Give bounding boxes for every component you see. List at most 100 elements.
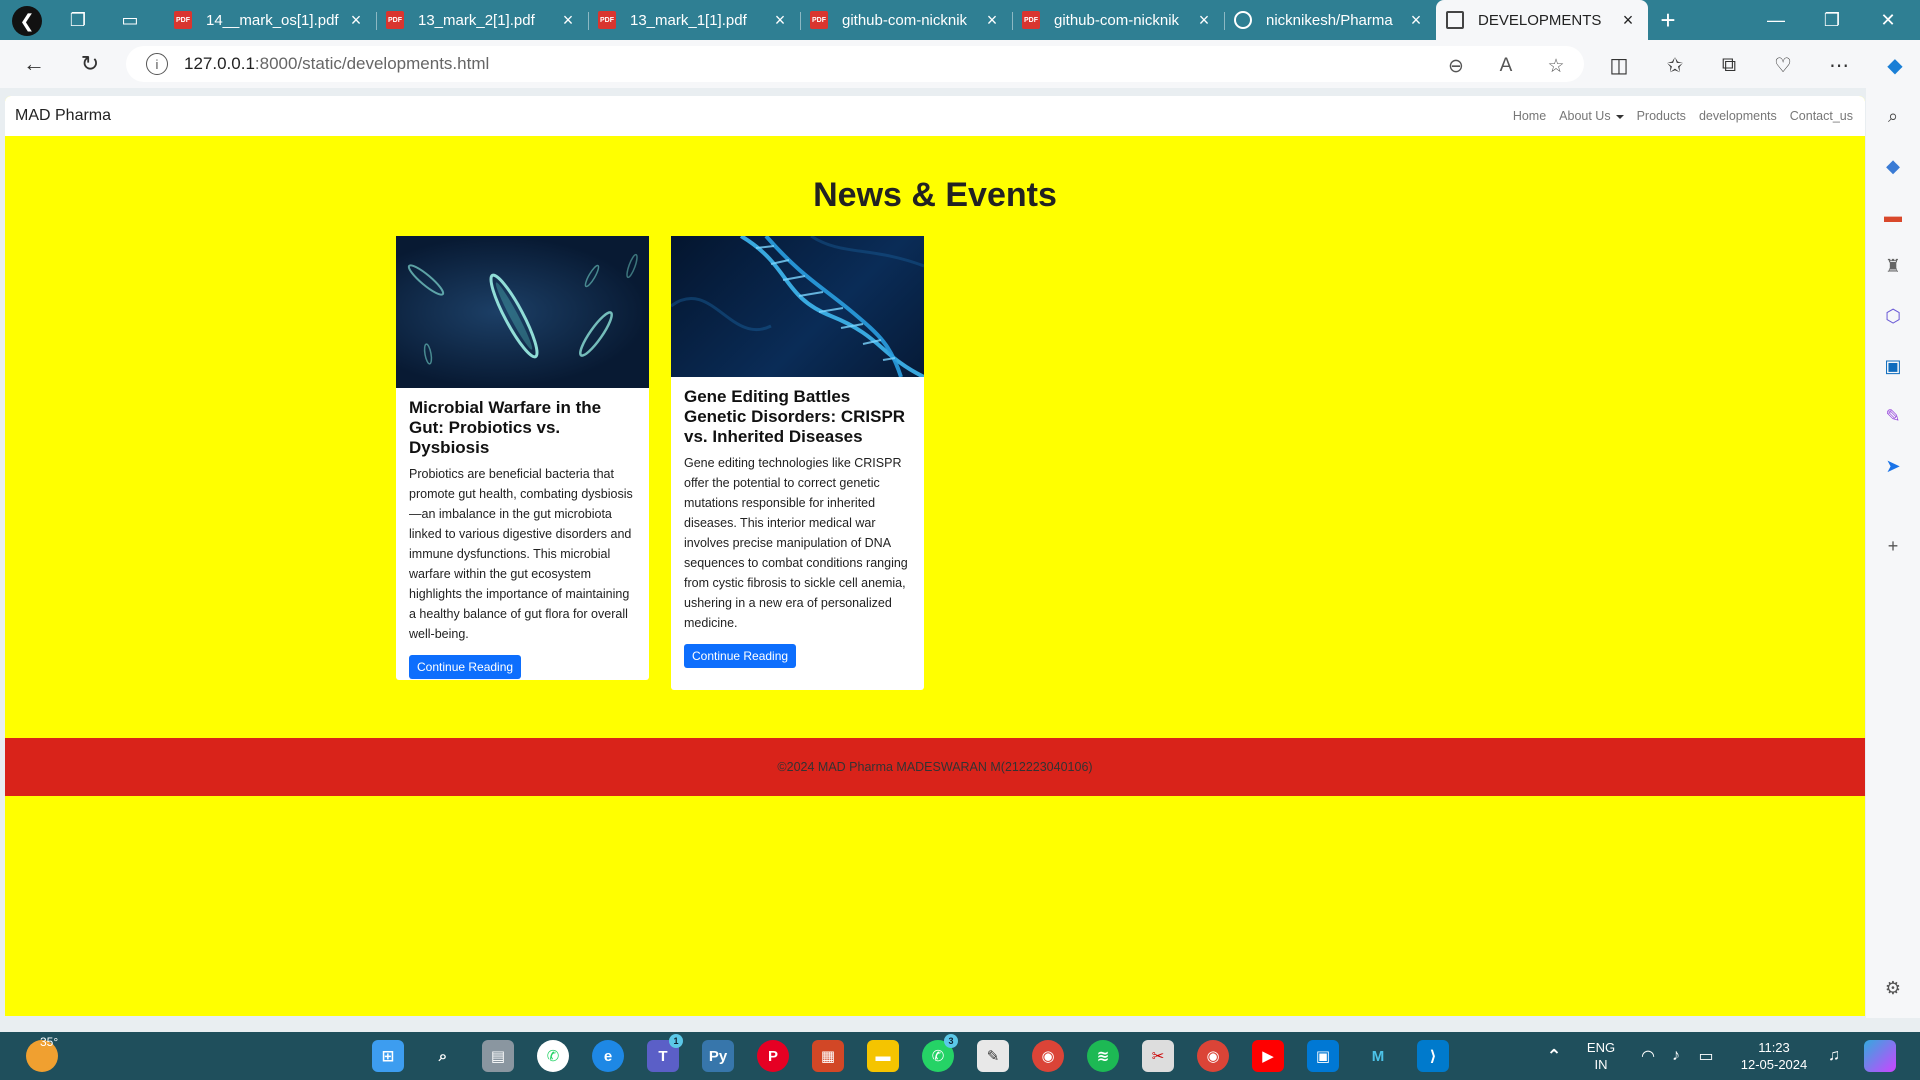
site-brand[interactable]: MAD Pharma (15, 107, 111, 125)
page-title: News & Events (813, 176, 1057, 214)
minimize-button[interactable]: — (1748, 0, 1804, 40)
battery-icon[interactable]: ▭ (1690, 1040, 1722, 1072)
continue-reading-button[interactable]: Continue Reading (684, 644, 797, 668)
add-app-icon[interactable]: + (1881, 534, 1905, 558)
favorites-icon[interactable]: ✩ (1662, 52, 1688, 78)
shopping-tag-icon[interactable]: ◆ (1881, 154, 1905, 178)
search-icon[interactable]: ⌕ (1881, 104, 1905, 128)
favorite-star-icon[interactable]: ☆ (1544, 54, 1568, 78)
send-icon[interactable]: ➤ (1881, 454, 1905, 478)
teams-badge: 1 (669, 1034, 683, 1048)
nav-home[interactable]: Home (1513, 109, 1546, 123)
start-windows-icon[interactable]: ⊞ (372, 1040, 404, 1072)
nav-about-label: About Us (1559, 109, 1611, 123)
language-indicator[interactable]: ENG IN (1584, 1039, 1618, 1073)
close-tab-icon[interactable]: × (770, 10, 790, 31)
clock-time: 11:23 (1758, 1040, 1790, 1055)
url-text: 127.0.0.1:8000/static/developments.html (184, 54, 489, 74)
card-title: Microbial Warfare in the Gut: Probiotics… (409, 398, 602, 457)
card-text: Probiotics are beneficial bacteria that … (409, 467, 633, 641)
clock[interactable]: 11:23 12-05-2024 (1734, 1039, 1814, 1073)
volume-icon[interactable]: ♪ (1660, 1040, 1692, 1072)
vscode-icon[interactable]: ⟩ (1417, 1040, 1449, 1072)
tab-3[interactable]: PDF 13_mark_1[1].pdf × (588, 0, 800, 40)
close-tab-icon[interactable]: × (1194, 10, 1214, 31)
whatsapp-business-icon[interactable]: ✆ 3 (922, 1034, 958, 1072)
designer-icon[interactable]: ✎ (1881, 404, 1905, 428)
card-body: Gene Editing Battles Genetic Disorders: … (671, 377, 924, 678)
spotify-icon[interactable]: ≋ (1087, 1040, 1119, 1072)
read-aloud-icon[interactable]: A (1494, 54, 1518, 78)
pdf-icon: PDF (598, 11, 616, 29)
close-tab-icon[interactable]: × (346, 10, 366, 31)
lang-line-1: ENG (1586, 1040, 1616, 1055)
nav-developments[interactable]: developments (1699, 109, 1777, 123)
address-bar[interactable]: i 127.0.0.1:8000/static/developments.htm… (126, 46, 1584, 82)
close-tab-icon[interactable]: × (1406, 10, 1426, 31)
weather-temp: 35° (40, 1035, 59, 1049)
chrome-icon[interactable]: ◉ (1032, 1040, 1064, 1072)
new-tab-button[interactable]: + (1648, 0, 1688, 40)
site-info-icon[interactable]: i (146, 53, 168, 75)
browser-essentials-icon[interactable]: ♡ (1770, 52, 1796, 78)
store-icon[interactable]: ▣ (1307, 1040, 1339, 1072)
microsoft365-icon[interactable]: ⬡ (1881, 304, 1905, 328)
copilot-icon[interactable]: ◆ (1882, 52, 1908, 78)
back-button[interactable]: ← (20, 50, 48, 78)
notepad-icon[interactable]: ✎ (977, 1040, 1009, 1072)
nav-about-dropdown[interactable]: About Us (1559, 109, 1624, 123)
tab-1[interactable]: PDF 14__mark_os[1].pdf × (164, 0, 376, 40)
tab-active-developments[interactable]: DEVELOPMENTS × (1436, 0, 1648, 40)
tab-actions-icon[interactable]: ▭ (118, 8, 142, 32)
notification-bell-icon[interactable]: ♫ (1818, 1040, 1850, 1072)
continue-reading-button[interactable]: Continue Reading (409, 655, 522, 679)
profile-avatar-icon[interactable]: ❮ (12, 6, 42, 36)
workspaces-icon[interactable]: ❐ (66, 8, 90, 32)
python-icon[interactable]: Py (702, 1040, 734, 1072)
chrome-profile-icon[interactable]: ◉ (1197, 1040, 1229, 1072)
task-view-icon[interactable]: ▤ (482, 1040, 514, 1072)
file-explorer-icon[interactable]: ▬ (867, 1040, 899, 1072)
url-path: :8000/static/developments.html (254, 54, 490, 73)
search-icon[interactable]: ⌕ (427, 1040, 459, 1072)
edge-sidebar: ⌕ ◆ ▬ ♜ ⬡ ▣ ✎ ➤ + ⚙ (1866, 88, 1920, 1018)
close-window-button[interactable]: ✕ (1860, 0, 1916, 40)
m-app-icon[interactable]: M (1362, 1040, 1394, 1072)
show-hidden-icons-icon[interactable]: ⌃ (1538, 1040, 1570, 1072)
edge-icon[interactable]: e (592, 1040, 624, 1072)
tab-2[interactable]: PDF 13_mark_2[1].pdf × (376, 0, 588, 40)
split-screen-icon[interactable]: ◫ (1606, 52, 1632, 78)
card-body: Microbial Warfare in the Gut: Probiotics… (396, 388, 649, 689)
teams-icon[interactable]: T1 (647, 1034, 683, 1072)
youtube-icon[interactable]: ▶ (1252, 1040, 1284, 1072)
tab-4[interactable]: PDF github-com-nicknik × (800, 0, 1012, 40)
nav-contact[interactable]: Contact_us (1790, 109, 1853, 123)
windows-taskbar: 35° ⊞ ⌕ ▤ ✆ e T1 Py P ▦ ▬ ✆ 3 ✎ ◉ ≋ ✂ ◉ ▶… (0, 1032, 1920, 1080)
settings-more-icon[interactable]: ⋯ (1826, 52, 1852, 78)
snipping-tool-icon[interactable]: ✂ (1142, 1040, 1174, 1072)
dna-image (671, 236, 924, 377)
news-card-2: Gene Editing Battles Genetic Disorders: … (671, 236, 924, 690)
tab-label: 13_mark_1[1].pdf (630, 11, 747, 29)
outlook-icon[interactable]: ▣ (1881, 354, 1905, 378)
browser-toolbar: ← ↻ i 127.0.0.1:8000/static/developments… (0, 40, 1920, 88)
copilot-taskbar-icon[interactable] (1864, 1040, 1896, 1072)
close-tab-icon[interactable]: × (982, 10, 1002, 31)
refresh-button[interactable]: ↻ (76, 50, 104, 78)
office-icon[interactable]: ▦ (812, 1040, 844, 1072)
close-tab-icon[interactable]: × (558, 10, 578, 31)
restore-button[interactable]: ❐ (1804, 0, 1860, 40)
nav-products[interactable]: Products (1637, 109, 1686, 123)
tab-6[interactable]: nicknikesh/Pharma × (1224, 0, 1436, 40)
page-viewport: MAD Pharma Home About Us Products develo… (5, 96, 1865, 1016)
games-icon[interactable]: ♜ (1881, 254, 1905, 278)
sidebar-settings-icon[interactable]: ⚙ (1881, 976, 1905, 1000)
zoom-out-icon[interactable]: ⊖ (1444, 54, 1468, 78)
whatsapp-icon[interactable]: ✆ (537, 1040, 569, 1072)
clock-date: 12-05-2024 (1740, 1057, 1808, 1072)
tools-icon[interactable]: ▬ (1881, 204, 1905, 228)
tab-5[interactable]: PDF github-com-nicknik × (1012, 0, 1224, 40)
collections-icon[interactable]: ⧉ (1716, 52, 1742, 78)
pinterest-icon[interactable]: P (757, 1040, 789, 1072)
close-tab-icon[interactable]: × (1618, 10, 1638, 31)
